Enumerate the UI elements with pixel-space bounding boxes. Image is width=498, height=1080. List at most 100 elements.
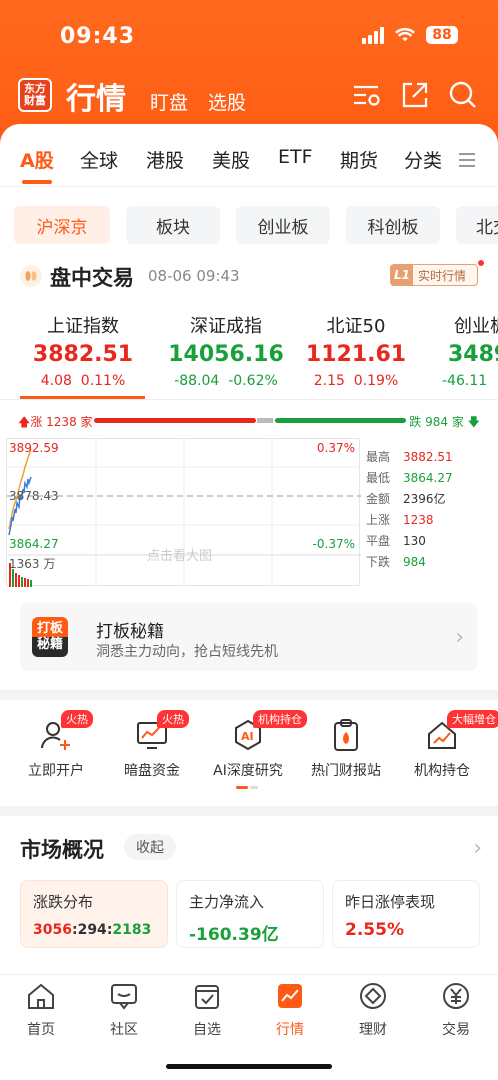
chip-sectors[interactable]: 板块 [126, 206, 220, 244]
index-value: 3882.51 [32, 342, 134, 367]
index-change: -88.04 [174, 373, 220, 389]
trading-status-time: 08-06 09:43 [148, 267, 240, 285]
stat-value: 3864.27 [403, 470, 453, 485]
index-name: 深证成指 [190, 316, 262, 337]
trading-status-row: 盘中交易 08-06 09:43 L1 实时行情 [0, 260, 498, 294]
card-title: 昨日涨停表现 [345, 893, 436, 911]
status-icons: 88 [362, 26, 458, 44]
home-icon [28, 983, 54, 1009]
tab-us[interactable]: 美股 [212, 146, 250, 173]
realtime-label: 实时行情 [418, 268, 467, 283]
trading-status-title: 盘中交易 [50, 266, 134, 290]
level1-label: L1 [391, 265, 413, 285]
intraday-chart-svg [7, 439, 361, 587]
quick-label: AI深度研究 [213, 763, 283, 779]
index-change: 2.15 [313, 373, 345, 389]
settings-list-icon[interactable] [352, 80, 382, 110]
index-percent: 0.11% [80, 373, 126, 389]
index-value: 1121.61 [305, 342, 407, 367]
search-icon[interactable] [448, 80, 478, 110]
realtime-quote-badge[interactable]: L1 实时行情 [390, 264, 478, 286]
stat-high: 最高 3882.51 [366, 446, 486, 467]
market-card-limit-up[interactable]: 昨日涨停表现 2.55% [332, 880, 480, 948]
breadth-flat-bar [257, 418, 273, 423]
wifi-icon [395, 27, 415, 42]
chip-bse[interactable]: 北交 [456, 206, 498, 244]
market-breadth-bar[interactable]: 🡅涨 1238 家 跌 984 家 🡇 [0, 413, 498, 431]
chip-chinext[interactable]: 创业板 [236, 206, 330, 244]
collapse-button[interactable]: 收起 [124, 834, 176, 860]
chart-mid-label: 3878.43 [9, 489, 59, 503]
nav-label: 理财 [359, 1022, 387, 1038]
share-icon[interactable] [400, 80, 430, 110]
nav-trade[interactable]: 交易 [421, 981, 491, 1039]
chevron-right-icon[interactable]: › [473, 836, 482, 861]
nav-market[interactable]: 行情 [255, 981, 325, 1039]
chip-star[interactable]: 科创板 [346, 206, 440, 244]
nav-home[interactable]: 首页 [6, 981, 76, 1039]
down-count: 2183 [112, 922, 152, 938]
yen-icon [443, 983, 469, 1009]
index-percent: -0.62% [228, 373, 278, 389]
up-count-text: 涨 1238 家 [30, 415, 93, 429]
nav-wealth[interactable]: 理财 [338, 981, 408, 1039]
tab-hk[interactable]: 港股 [146, 146, 184, 173]
status-bar: 09:43 88 [0, 0, 498, 72]
stat-up: 上涨 1238 [366, 509, 486, 530]
index-change: 4.08 [40, 373, 72, 389]
chart-high-label: 3892.59 [9, 441, 59, 455]
app-logo[interactable]: 东方 财富 [18, 78, 52, 112]
card-title: 涨跌分布 [33, 893, 94, 911]
intraday-chart[interactable]: 3892.59 3878.43 3864.27 0.37% -0.37% 136… [6, 438, 361, 587]
quick-dark-pool-funds[interactable]: 火热 暗盘资金 [112, 710, 192, 780]
index-divider [0, 399, 498, 400]
promo-banner[interactable]: 打板 秘籍 打板秘籍 洞悉主力动向，抢占短线先机 › [20, 603, 478, 671]
stat-key: 平盘 [366, 534, 391, 548]
chart-pct-down-label: -0.37% [312, 537, 355, 551]
section-divider [0, 690, 498, 700]
quick-label: 暗盘资金 [124, 763, 180, 779]
stat-key: 最低 [366, 471, 391, 485]
down-count-label: 跌 984 家 🡇 [409, 415, 480, 429]
watch-tab[interactable]: 盯盘 [150, 88, 188, 115]
card-title: 主力净流入 [189, 893, 265, 911]
exchange-chips: 沪深京 板块 创业板 科创板 北交 [0, 206, 498, 244]
market-card-distribution[interactable]: 涨跌分布 3056:294:2183 [20, 880, 168, 948]
card-value: -160.39亿 [189, 925, 279, 945]
quick-institution-holdings[interactable]: 大幅增仓 机构持仓 [402, 710, 498, 780]
chip-hushenjing[interactable]: 沪深京 [14, 206, 110, 244]
nav-watchlist[interactable]: 自选 [172, 981, 242, 1039]
stat-amount: 金额 2396亿 [366, 488, 486, 509]
index-card-sse[interactable]: 上证指数 3882.51 4.08 0.11% [18, 312, 148, 389]
flat-count: 294 [77, 922, 107, 938]
market-overview-title: 市场概况 [20, 838, 104, 862]
nav-community[interactable]: 社区 [89, 981, 159, 1039]
index-card-bse50[interactable]: 北证50 1121.61 2.15 0.19% [300, 312, 412, 389]
quick-open-account[interactable]: 火热 立即开户 [16, 710, 96, 780]
index-stats-panel: 最高 3882.51 最低 3864.27 金额 2396亿 上涨 1238 平盘 130… [366, 446, 486, 572]
badge: 机构持仓 [253, 710, 307, 728]
tab-etf[interactable]: ETF [278, 146, 313, 168]
tab-category[interactable]: 分类 [404, 146, 442, 173]
trading-status-icon [20, 265, 42, 287]
tab-a-shares[interactable]: A股 [20, 146, 54, 173]
promo-logo: 打板 秘籍 [32, 617, 68, 657]
stat-value: 2396亿 [403, 492, 446, 506]
index-card-chinext[interactable]: 创业板 3489 -46.11 [436, 312, 498, 389]
chart-low-label: 3864.27 [9, 537, 59, 551]
tab-futures[interactable]: 期货 [340, 146, 378, 173]
stock-picker-tab[interactable]: 选股 [208, 88, 246, 115]
up-count: 3056 [33, 922, 72, 938]
tab-global[interactable]: 全球 [80, 146, 118, 173]
ai-icon: AI 机构持仓 [231, 710, 307, 752]
market-card-net-inflow[interactable]: 主力净流入 -160.39亿 [176, 880, 324, 948]
clipboard-fire-icon [329, 718, 363, 752]
index-card-szse[interactable]: 深证成指 14056.16 -88.04 -0.62% [156, 312, 296, 389]
quick-earnings-station[interactable]: 热门财报站 [306, 712, 386, 780]
increase-badge: 大幅增仓 [447, 710, 498, 728]
market-tabs: A股 全球 港股 美股 ETF 期货 分类 [0, 146, 498, 184]
quick-label: 立即开户 [28, 763, 84, 779]
quick-ai-research[interactable]: AI 机构持仓 AI深度研究 [208, 710, 307, 780]
menu-icon[interactable] [458, 152, 476, 168]
watchlist-icon [195, 985, 219, 1009]
